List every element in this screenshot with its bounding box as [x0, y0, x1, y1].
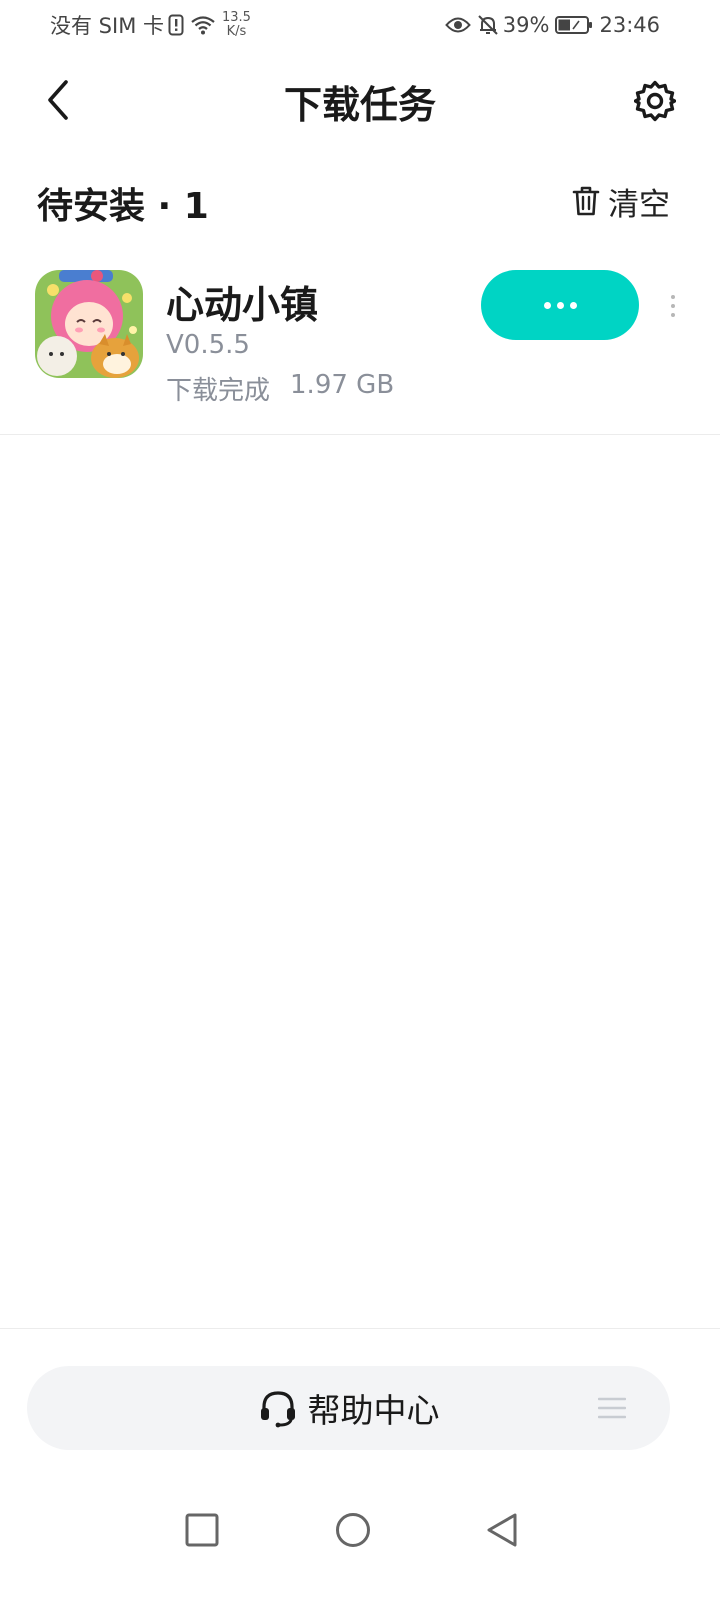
- battery-icon: [555, 16, 593, 34]
- triangle-back-icon: [487, 1513, 517, 1547]
- clear-all-button[interactable]: 清空: [572, 179, 670, 223]
- gear-icon: [634, 80, 676, 122]
- circle-icon: [336, 1513, 370, 1547]
- download-size: 1.97 GB: [290, 370, 395, 400]
- kebab-dot: [671, 313, 675, 317]
- list-divider: [0, 434, 720, 435]
- app-name: 心动小镇: [166, 283, 319, 327]
- pending-install-header: 待安装 · 1 清空: [0, 175, 720, 229]
- app-version: V0.5.5: [166, 330, 250, 360]
- help-center-bar[interactable]: 帮助中心: [27, 1366, 670, 1450]
- nav-back-button[interactable]: [476, 1504, 528, 1556]
- kebab-dot: [671, 304, 675, 308]
- carrier-label: 没有 SIM 卡: [50, 14, 164, 38]
- nav-recents-button[interactable]: [176, 1504, 228, 1556]
- kebab-dot: [671, 295, 675, 299]
- status-bar: 没有 SIM 卡 13.5 K/s 39% 23:46: [0, 0, 720, 50]
- help-center-label: 帮助中心: [307, 1391, 440, 1430]
- speed-value: 13.5: [222, 10, 251, 25]
- status-bar-left: 没有 SIM 卡 13.5 K/s: [50, 8, 251, 42]
- clock: 23:46: [599, 13, 660, 37]
- square-icon: [185, 1513, 219, 1547]
- download-status-line: 下载完成 1.97 GB: [166, 370, 394, 407]
- status-bar-right: 39% 23:46: [444, 8, 660, 42]
- eye-icon: [444, 17, 471, 33]
- sim-alert-icon: [168, 14, 184, 36]
- speed-unit: K/s: [226, 24, 247, 39]
- download-tasks-screen: 没有 SIM 卡 13.5 K/s 39% 23:46 下载任务 待安装 · 1…: [0, 0, 720, 1600]
- menu-lines-icon: [598, 1397, 626, 1419]
- clear-label: 清空: [608, 186, 670, 223]
- help-center-content: 帮助中心: [27, 1366, 670, 1450]
- download-status: 下载完成: [166, 376, 271, 406]
- app-icon: [35, 270, 143, 378]
- ellipsis-icon: [543, 301, 577, 309]
- battery-percent: 39%: [502, 13, 550, 37]
- bell-off-icon: [478, 15, 498, 35]
- network-speed: 13.5 K/s: [222, 11, 251, 39]
- settings-button[interactable]: [632, 78, 678, 124]
- page-title: 下载任务: [283, 83, 436, 127]
- install-action-button[interactable]: [481, 270, 639, 340]
- download-item[interactable]: 心动小镇 V0.5.5 下载完成 1.97 GB: [0, 262, 720, 432]
- system-navigation-bar: [0, 1490, 720, 1570]
- wifi-icon: [191, 16, 215, 35]
- app-icon-artwork: [35, 270, 143, 378]
- more-options-button[interactable]: [662, 284, 684, 328]
- trash-icon: [572, 186, 600, 216]
- footer-divider: [0, 1328, 720, 1329]
- headset-icon: [260, 1391, 295, 1428]
- top-app-bar: 下载任务: [0, 60, 720, 140]
- nav-home-button[interactable]: [327, 1504, 379, 1556]
- section-title: 待安装 · 1: [37, 186, 209, 227]
